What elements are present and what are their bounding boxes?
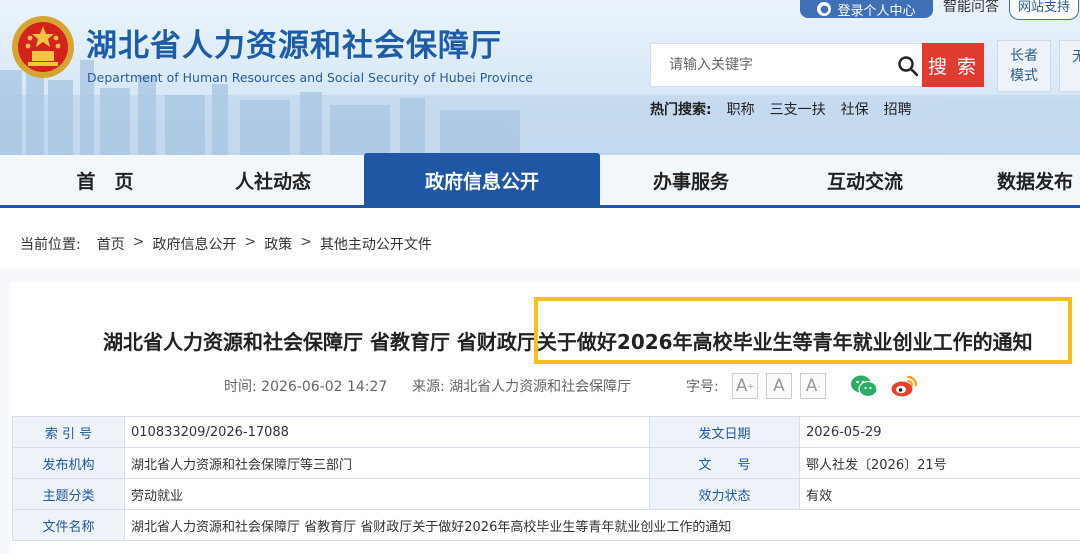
table-row: 发布机构 湖北省人力资源和社会保障厅等三部门 文 号 鄂人社发〔2026〕21号 xyxy=(12,447,1080,479)
wechat-share-icon[interactable] xyxy=(850,373,878,399)
smart-qa-link[interactable]: 智能问答 xyxy=(943,0,999,18)
nav-item-interaction[interactable]: 互动交流 xyxy=(800,155,930,205)
issue-date-label: 发文日期 xyxy=(649,416,800,448)
topic-value: 劳动就业 xyxy=(124,478,650,510)
site-support-link[interactable]: 网站支持 xyxy=(1009,0,1080,20)
accessibility-button[interactable]: 无 xyxy=(1059,40,1080,92)
login-label: 登录个人中心 xyxy=(837,3,916,19)
font-size-decrease-button[interactable]: A- xyxy=(800,373,826,399)
font-size-label: 字号: xyxy=(686,379,719,395)
breadcrumb-item-gov-info[interactable]: 政府信息公开 xyxy=(152,234,236,254)
nav-item-news[interactable]: 人社动态 xyxy=(208,155,338,205)
article-source: 来源: 湖北省人力资源和社会保障厅 xyxy=(412,376,631,396)
breadcrumb-item-home[interactable]: 首页 xyxy=(97,234,125,254)
site-title: 湖北省人力资源和社会保障厅 xyxy=(86,28,502,64)
publish-time-label: 时间: xyxy=(224,379,257,395)
breadcrumb-item-other-files[interactable]: 其他主动公开文件 xyxy=(320,234,432,254)
font-size-increase-button[interactable]: A + xyxy=(732,373,758,399)
file-name-value: 湖北省人力资源和社会保障厅 省教育厅 省财政厅关于做好2026年高校毕业生等青年… xyxy=(124,509,1080,541)
site-header: 湖北省人力资源和社会保障厅 Department of Human Resour… xyxy=(0,0,1080,155)
source-value: 湖北省人力资源和社会保障厅 xyxy=(449,379,632,395)
table-row: 主题分类 劳动就业 效力状态 有效 xyxy=(12,478,1080,510)
document-number-value: 鄂人社发〔2026〕21号 xyxy=(799,447,1080,479)
hot-search: 热门搜索: 职称 三支一扶 社保 招聘 xyxy=(650,99,912,119)
index-number-value: 010833209/2026-17088 xyxy=(124,416,650,448)
hot-search-item[interactable]: 招聘 xyxy=(884,99,912,119)
breadcrumb-item-policy[interactable]: 政策 xyxy=(264,234,292,254)
issue-date-value: 2026-05-29 xyxy=(799,416,1080,448)
login-button[interactable]: ● 登录个人中心 xyxy=(800,0,933,19)
table-row: 文件名称 湖北省人力资源和社会保障厅 省教育厅 省财政厅关于做好2026年高校毕… xyxy=(12,509,1080,541)
hot-search-item[interactable]: 社保 xyxy=(841,99,869,119)
document-number-label: 文 号 xyxy=(649,447,800,479)
hot-search-label: 热门搜索: xyxy=(650,102,712,118)
search-icon[interactable] xyxy=(897,55,919,77)
topic-label: 主题分类 xyxy=(12,478,125,510)
breadcrumb-separator: > xyxy=(300,234,312,250)
elder-mode-button[interactable]: 长者 模式 xyxy=(997,40,1051,92)
nav-item-gov-info[interactable]: 政府信息公开 xyxy=(364,153,600,207)
elder-mode-label-line2: 模式 xyxy=(1010,68,1038,84)
search-box xyxy=(650,43,922,87)
breadcrumb-separator: > xyxy=(244,234,257,250)
validity-label: 效力状态 xyxy=(649,478,800,510)
publish-time-value: 2026-06-02 14:27 xyxy=(261,379,388,395)
main-nav: 首 页 人社动态 政府信息公开 办事服务 互动交流 数据发布 xyxy=(0,153,1080,207)
site-subtitle: Department of Human Resources and Social… xyxy=(87,70,533,85)
top-links: ● 登录个人中心 智能问答 网站支持 xyxy=(800,0,1080,20)
document-info-table: 索 引 号 010833209/2026-17088 发文日期 2026-05-… xyxy=(12,416,1080,541)
font-size-default-button[interactable]: A xyxy=(766,373,792,399)
highlight-annotation-box xyxy=(534,297,1072,364)
file-name-label: 文件名称 xyxy=(12,509,125,541)
publish-time: 时间: 2026-06-02 14:27 xyxy=(224,376,387,396)
user-icon: ● xyxy=(817,2,832,16)
national-emblem-icon xyxy=(12,16,74,78)
elder-mode-label-line1: 长者 xyxy=(1010,48,1038,64)
source-label: 来源: xyxy=(412,379,445,395)
nav-item-home[interactable]: 首 页 xyxy=(40,155,170,205)
hot-search-item[interactable]: 职称 xyxy=(727,99,755,119)
publisher-value: 湖北省人力资源和社会保障厅等三部门 xyxy=(124,447,650,479)
nav-item-data[interactable]: 数据发布 xyxy=(990,155,1080,205)
publisher-label: 发布机构 xyxy=(12,447,125,479)
index-number-label: 索 引 号 xyxy=(12,416,125,448)
search-button[interactable]: 搜 索 xyxy=(922,43,984,87)
font-size-increase-glyph: A xyxy=(735,376,748,396)
weibo-share-icon[interactable] xyxy=(890,373,918,399)
breadcrumb: 当前位置: 首页 > 政府信息公开 > 政策 > 其他主动公开文件 xyxy=(20,234,432,254)
search-input[interactable] xyxy=(651,44,891,86)
hot-search-item[interactable]: 三支一扶 xyxy=(770,99,826,119)
breadcrumb-separator: > xyxy=(132,234,145,250)
table-row: 索 引 号 010833209/2026-17088 发文日期 2026-05-… xyxy=(12,416,1080,448)
validity-value: 有效 xyxy=(799,478,1080,510)
nav-item-services[interactable]: 办事服务 xyxy=(626,155,756,205)
nav-underline xyxy=(0,205,1080,208)
font-size-decrease-glyph: A xyxy=(805,376,818,396)
breadcrumb-prefix: 当前位置: xyxy=(20,237,81,253)
